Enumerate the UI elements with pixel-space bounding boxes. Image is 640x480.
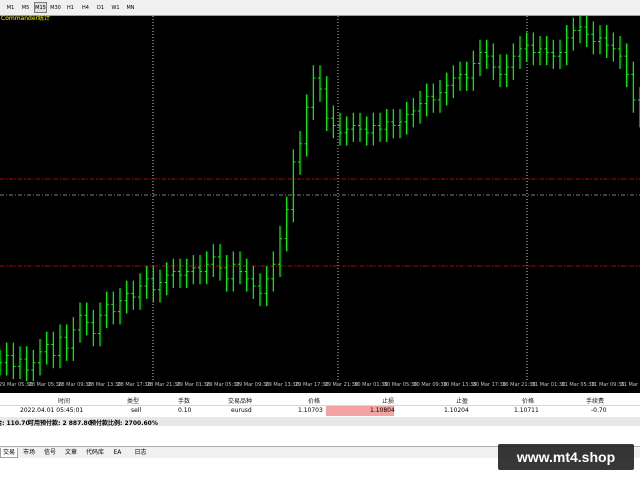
time-tick: 30 Mar 21:30 xyxy=(502,382,536,388)
timeframe-toolbar: M1 M5 M15 M30 H1 H4 D1 W1 MN xyxy=(0,0,640,16)
timeframe-w1-button[interactable]: W1 xyxy=(109,2,122,13)
time-tick: 31 Mar 13:30 xyxy=(620,382,640,388)
header-symbol: 交易品种 xyxy=(228,398,253,405)
time-tick: 30 Mar 01:30 xyxy=(354,382,388,388)
trade-type: sell xyxy=(131,407,142,414)
header-type: 类型 xyxy=(127,398,140,405)
watermark-logo: www.mt4.shop xyxy=(498,444,634,470)
terminal-tab[interactable]: EA xyxy=(112,448,124,457)
time-tick: 29 Mar 13:30 xyxy=(265,382,299,388)
time-tick: 29 Mar 05:30 xyxy=(206,382,240,388)
time-tick: 29 Mar 09:30 xyxy=(235,382,270,388)
trade-time: 2022.04.01 05:45:01 xyxy=(20,407,84,414)
trade-commission: -0.70 xyxy=(591,407,607,414)
chart-indicator-title: Commander统计 xyxy=(1,15,50,22)
timeframe-h1-button[interactable]: H1 xyxy=(64,2,77,13)
balance-margin-level: 预付款比例: 2700.60% xyxy=(90,420,158,427)
timeframe-m1-button[interactable]: M1 xyxy=(4,2,17,13)
trade-table-header: 时间 类型 手数 交易品种 价格 止损 止盈 价格 手续费 xyxy=(0,396,640,406)
time-tick: 29 Mar 01:30 xyxy=(176,382,210,388)
terminal-tab[interactable]: 日志 xyxy=(133,448,149,457)
time-tick: 30 Mar 09:30 xyxy=(413,382,447,388)
time-axis: 29 Mar 05:30 28 Mar 05:30 28 Mar 09:30 28 M… xyxy=(0,381,640,393)
time-tick: 28 Mar 13:30 xyxy=(87,382,122,388)
terminal-tab[interactable]: 信号 xyxy=(42,448,58,457)
time-tick: 28 Mar 09:30 xyxy=(58,382,92,388)
price-chart[interactable]: Commander统计 xyxy=(0,15,640,381)
time-tick: 31 Mar 01:30 xyxy=(531,382,566,388)
timeframe-mn-button[interactable]: MN xyxy=(124,2,137,13)
trade-stop-loss[interactable]: 1.10804 xyxy=(370,407,395,414)
time-tick: 31 Mar 09:30 xyxy=(591,382,625,388)
chart-canvas xyxy=(0,16,640,381)
trade-symbol: eurusd xyxy=(231,407,252,414)
header-commission: 手续费 xyxy=(586,398,605,405)
balance-margin: 金: 110.70 xyxy=(0,420,30,427)
time-tick: 29 Mar 17:30 xyxy=(295,382,329,388)
trade-take-profit[interactable]: 1.10204 xyxy=(444,407,469,414)
header-time: 时间 xyxy=(58,398,71,405)
header-take-profit: 止盈 xyxy=(456,398,469,405)
time-tick: 28 Mar 21:30 xyxy=(147,382,181,388)
time-tick: 30 Mar 13:30 xyxy=(443,382,477,388)
time-tick: 28 Mar 17:30 xyxy=(117,382,151,388)
balance-free-margin: 可用预付款: 2 887.80 xyxy=(28,420,92,427)
trade-open-price: 1.10703 xyxy=(298,407,323,414)
timeframe-m30-button[interactable]: M30 xyxy=(49,2,62,13)
header-stop-loss: 止损 xyxy=(382,398,395,405)
trade-row[interactable]: 2022.04.01 05:45:01 sell 0.10 eurusd 1.1… xyxy=(0,406,640,416)
timeframe-d1-button[interactable]: D1 xyxy=(94,2,107,13)
terminal-tab[interactable]: 市场 xyxy=(21,448,37,457)
terminal-tab[interactable]: 文章 xyxy=(63,448,79,457)
time-tick: 31 Mar 05:30 xyxy=(561,382,595,388)
header-current-price: 价格 xyxy=(522,398,535,405)
trade-lots: 0.10 xyxy=(178,407,192,414)
timeframe-m5-button[interactable]: M5 xyxy=(19,2,32,13)
time-tick: 29 Mar 21:30 xyxy=(324,382,358,388)
terminal-tab[interactable]: 交易 xyxy=(0,448,19,458)
time-tick: 30 Mar 05:30 xyxy=(383,382,418,388)
trade-current-price: 1.10711 xyxy=(514,407,539,414)
timeframe-h4-button[interactable]: H4 xyxy=(79,2,92,13)
time-tick: 30 Mar 17:30 xyxy=(472,382,506,388)
header-price: 价格 xyxy=(308,398,321,405)
terminal-tab[interactable]: 代码库 xyxy=(84,448,106,457)
time-tick: 29 Mar 05:30 xyxy=(0,382,33,388)
balance-row: 金: 110.70 可用预付款: 2 887.80 预付款比例: 2700.60… xyxy=(0,417,640,427)
header-lots: 手数 xyxy=(178,398,191,405)
time-tick: 28 Mar 05:30 xyxy=(28,382,62,388)
timeframe-m15-button[interactable]: M15 xyxy=(34,2,47,13)
